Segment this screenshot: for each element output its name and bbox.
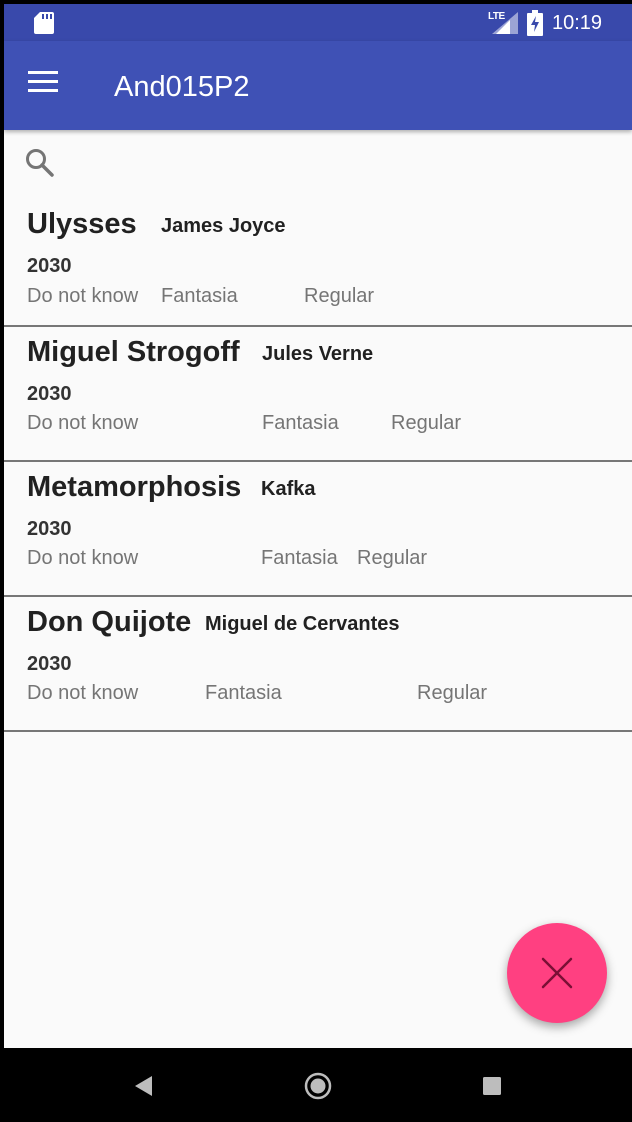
back-icon[interactable] [132, 1074, 156, 1103]
status-bar: LTE 10:19 [4, 4, 632, 41]
book-year: 2030 [27, 255, 72, 277]
book-list: Ulysses James Joyce 2030 Do not know Fan… [4, 200, 632, 732]
book-status: Do not know [27, 682, 139, 704]
sd-card-icon [34, 12, 54, 39]
book-year: 2030 [27, 383, 72, 405]
book-title: Ulysses [27, 208, 137, 240]
book-genre: Fantasia [205, 682, 282, 704]
book-year: 2030 [27, 653, 72, 675]
menu-button[interactable] [28, 71, 62, 99]
book-status: Do not know [27, 412, 139, 434]
search-button[interactable] [24, 147, 58, 181]
screen: LTE 10:19 And015P2 Ulysses James Joyce 2… [4, 4, 632, 1122]
search-icon [26, 149, 54, 177]
book-author: James Joyce [161, 215, 286, 237]
close-icon [541, 957, 573, 989]
book-genre: Fantasia [262, 412, 339, 434]
book-genre: Fantasia [161, 285, 238, 307]
book-status: Do not know [27, 285, 139, 307]
navigation-bar [4, 1048, 632, 1122]
clock: 10:19 [552, 12, 603, 34]
menu-icon [28, 71, 58, 92]
book-author: Miguel de Cervantes [205, 613, 400, 635]
list-item[interactable]: Don Quijote Miguel de Cervantes 2030 Do … [4, 597, 632, 732]
book-rating: Regular [417, 682, 488, 704]
app-bar: And015P2 [4, 41, 632, 130]
list-item[interactable]: Metamorphosis Kafka 2030 Do not know Fan… [4, 462, 632, 597]
book-rating: Regular [391, 412, 462, 434]
book-rating: Regular [357, 547, 428, 569]
book-title: Miguel Strogoff [27, 336, 240, 368]
book-title: Don Quijote [27, 606, 192, 638]
home-icon[interactable] [304, 1072, 332, 1105]
book-rating: Regular [304, 285, 375, 307]
book-author: Kafka [261, 478, 316, 500]
book-title: Metamorphosis [27, 471, 242, 503]
close-fab-button[interactable] [507, 923, 607, 1023]
list-item[interactable]: Ulysses James Joyce 2030 Do not know Fan… [4, 200, 632, 327]
list-item[interactable]: Miguel Strogoff Jules Verne 2030 Do not … [4, 327, 632, 462]
battery-charging-icon [527, 10, 543, 41]
book-year: 2030 [27, 518, 72, 540]
book-author: Jules Verne [262, 343, 374, 365]
app-title: And015P2 [114, 71, 250, 103]
recents-icon[interactable] [482, 1076, 502, 1101]
book-status: Do not know [27, 547, 139, 569]
signal-icon [492, 12, 518, 39]
book-genre: Fantasia [261, 547, 338, 569]
